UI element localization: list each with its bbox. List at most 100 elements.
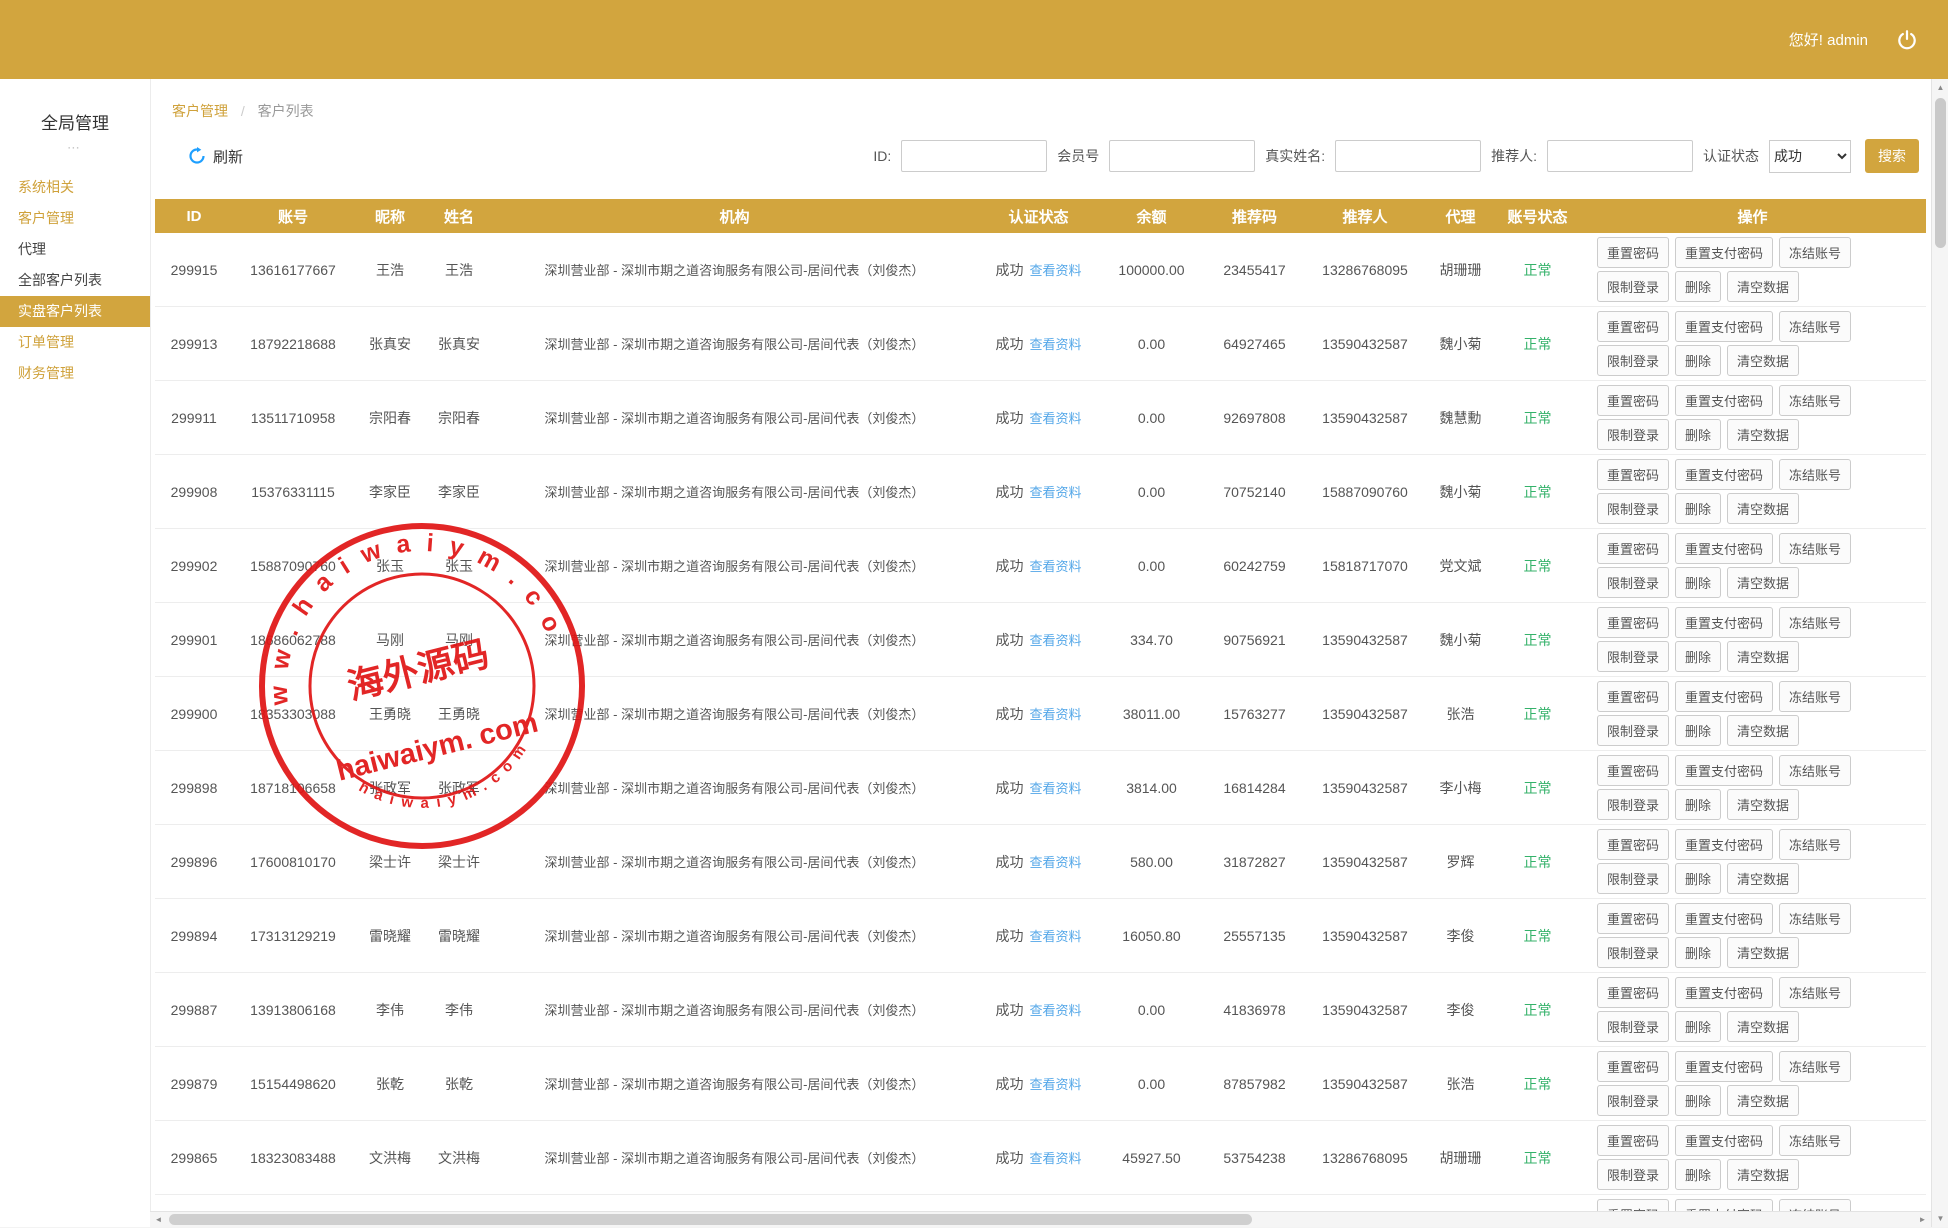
limit-login-button[interactable]: 限制登录 bbox=[1597, 493, 1669, 524]
clear-data-button[interactable]: 清空数据 bbox=[1727, 567, 1799, 598]
reset-pay-password-button[interactable]: 重置支付密码 bbox=[1675, 607, 1773, 638]
view-profile-link[interactable]: 查看资料 bbox=[1029, 485, 1081, 500]
vertical-scrollbar[interactable]: ▲ ▼ bbox=[1931, 79, 1948, 1227]
limit-login-button[interactable]: 限制登录 bbox=[1597, 789, 1669, 820]
delete-button[interactable]: 删除 bbox=[1675, 1011, 1721, 1042]
clear-data-button[interactable]: 清空数据 bbox=[1727, 271, 1799, 302]
reset-password-button[interactable]: 重置密码 bbox=[1597, 681, 1669, 712]
reset-pay-password-button[interactable]: 重置支付密码 bbox=[1675, 977, 1773, 1008]
id-filter-input[interactable] bbox=[901, 140, 1047, 172]
scroll-up-arrow[interactable]: ▲ bbox=[1932, 79, 1948, 96]
reset-password-button[interactable]: 重置密码 bbox=[1597, 903, 1669, 934]
reset-pay-password-button[interactable]: 重置支付密码 bbox=[1675, 829, 1773, 860]
clear-data-button[interactable]: 清空数据 bbox=[1727, 1159, 1799, 1190]
auth-status-select[interactable]: 成功 bbox=[1769, 140, 1851, 173]
delete-button[interactable]: 删除 bbox=[1675, 641, 1721, 672]
delete-button[interactable]: 删除 bbox=[1675, 345, 1721, 376]
scroll-down-arrow[interactable]: ▼ bbox=[1932, 1210, 1948, 1227]
limit-login-button[interactable]: 限制登录 bbox=[1597, 345, 1669, 376]
view-profile-link[interactable]: 查看资料 bbox=[1029, 855, 1081, 870]
reset-pay-password-button[interactable]: 重置支付密码 bbox=[1675, 903, 1773, 934]
reset-password-button[interactable]: 重置密码 bbox=[1597, 977, 1669, 1008]
freeze-account-button[interactable]: 冻结账号 bbox=[1779, 459, 1851, 490]
freeze-account-button[interactable]: 冻结账号 bbox=[1779, 1125, 1851, 1156]
freeze-account-button[interactable]: 冻结账号 bbox=[1779, 237, 1851, 268]
referrer-filter-input[interactable] bbox=[1547, 140, 1693, 172]
horizontal-scroll-thumb[interactable] bbox=[169, 1214, 1252, 1225]
clear-data-button[interactable]: 清空数据 bbox=[1727, 1085, 1799, 1116]
clear-data-button[interactable]: 清空数据 bbox=[1727, 419, 1799, 450]
freeze-account-button[interactable]: 冻结账号 bbox=[1779, 829, 1851, 860]
logout-power-icon[interactable] bbox=[1894, 27, 1920, 53]
delete-button[interactable]: 删除 bbox=[1675, 715, 1721, 746]
delete-button[interactable]: 删除 bbox=[1675, 271, 1721, 302]
freeze-account-button[interactable]: 冻结账号 bbox=[1779, 533, 1851, 564]
reset-pay-password-button[interactable]: 重置支付密码 bbox=[1675, 385, 1773, 416]
reset-pay-password-button[interactable]: 重置支付密码 bbox=[1675, 755, 1773, 786]
member-filter-input[interactable] bbox=[1109, 140, 1255, 172]
refresh-button[interactable]: 刷新 bbox=[188, 146, 243, 167]
sidebar-item-系统相关[interactable]: 系统相关 bbox=[0, 172, 150, 203]
sidebar-item-客户管理[interactable]: 客户管理 bbox=[0, 203, 150, 234]
reset-password-button[interactable]: 重置密码 bbox=[1597, 1051, 1669, 1082]
search-button[interactable]: 搜索 bbox=[1865, 139, 1919, 173]
view-profile-link[interactable]: 查看资料 bbox=[1029, 337, 1081, 352]
reset-password-button[interactable]: 重置密码 bbox=[1597, 533, 1669, 564]
freeze-account-button[interactable]: 冻结账号 bbox=[1779, 681, 1851, 712]
limit-login-button[interactable]: 限制登录 bbox=[1597, 1159, 1669, 1190]
freeze-account-button[interactable]: 冻结账号 bbox=[1779, 311, 1851, 342]
breadcrumb-parent-link[interactable]: 客户管理 bbox=[172, 103, 228, 119]
freeze-account-button[interactable]: 冻结账号 bbox=[1779, 977, 1851, 1008]
limit-login-button[interactable]: 限制登录 bbox=[1597, 715, 1669, 746]
delete-button[interactable]: 删除 bbox=[1675, 567, 1721, 598]
view-profile-link[interactable]: 查看资料 bbox=[1029, 559, 1081, 574]
clear-data-button[interactable]: 清空数据 bbox=[1727, 493, 1799, 524]
freeze-account-button[interactable]: 冻结账号 bbox=[1779, 385, 1851, 416]
view-profile-link[interactable]: 查看资料 bbox=[1029, 707, 1081, 722]
realname-filter-input[interactable] bbox=[1335, 140, 1481, 172]
reset-password-button[interactable]: 重置密码 bbox=[1597, 237, 1669, 268]
clear-data-button[interactable]: 清空数据 bbox=[1727, 937, 1799, 968]
sidebar-item-实盘客户列表[interactable]: 实盘客户列表 bbox=[0, 296, 150, 327]
horizontal-scrollbar[interactable]: ◄ ► bbox=[150, 1211, 1931, 1227]
scroll-left-arrow[interactable]: ◄ bbox=[150, 1211, 167, 1228]
limit-login-button[interactable]: 限制登录 bbox=[1597, 1011, 1669, 1042]
view-profile-link[interactable]: 查看资料 bbox=[1029, 1077, 1081, 1092]
horizontal-scroll-track[interactable] bbox=[167, 1212, 1914, 1227]
clear-data-button[interactable]: 清空数据 bbox=[1727, 1011, 1799, 1042]
delete-button[interactable]: 删除 bbox=[1675, 1159, 1721, 1190]
limit-login-button[interactable]: 限制登录 bbox=[1597, 567, 1669, 598]
delete-button[interactable]: 删除 bbox=[1675, 419, 1721, 450]
reset-password-button[interactable]: 重置密码 bbox=[1597, 459, 1669, 490]
reset-password-button[interactable]: 重置密码 bbox=[1597, 385, 1669, 416]
view-profile-link[interactable]: 查看资料 bbox=[1029, 1151, 1081, 1166]
limit-login-button[interactable]: 限制登录 bbox=[1597, 271, 1669, 302]
sidebar-item-全部客户列表[interactable]: 全部客户列表 bbox=[0, 265, 150, 296]
delete-button[interactable]: 删除 bbox=[1675, 789, 1721, 820]
reset-password-button[interactable]: 重置密码 bbox=[1597, 607, 1669, 638]
delete-button[interactable]: 删除 bbox=[1675, 1085, 1721, 1116]
freeze-account-button[interactable]: 冻结账号 bbox=[1779, 607, 1851, 638]
reset-pay-password-button[interactable]: 重置支付密码 bbox=[1675, 311, 1773, 342]
reset-pay-password-button[interactable]: 重置支付密码 bbox=[1675, 681, 1773, 712]
limit-login-button[interactable]: 限制登录 bbox=[1597, 641, 1669, 672]
reset-password-button[interactable]: 重置密码 bbox=[1597, 755, 1669, 786]
reset-pay-password-button[interactable]: 重置支付密码 bbox=[1675, 237, 1773, 268]
reset-password-button[interactable]: 重置密码 bbox=[1597, 311, 1669, 342]
scroll-right-arrow[interactable]: ► bbox=[1914, 1211, 1931, 1228]
view-profile-link[interactable]: 查看资料 bbox=[1029, 263, 1081, 278]
vertical-scroll-thumb[interactable] bbox=[1935, 98, 1946, 248]
sidebar-item-财务管理[interactable]: 财务管理 bbox=[0, 358, 150, 389]
sidebar-item-代理[interactable]: 代理 bbox=[0, 234, 150, 265]
reset-password-button[interactable]: 重置密码 bbox=[1597, 829, 1669, 860]
reset-pay-password-button[interactable]: 重置支付密码 bbox=[1675, 1051, 1773, 1082]
freeze-account-button[interactable]: 冻结账号 bbox=[1779, 755, 1851, 786]
limit-login-button[interactable]: 限制登录 bbox=[1597, 863, 1669, 894]
reset-pay-password-button[interactable]: 重置支付密码 bbox=[1675, 459, 1773, 490]
freeze-account-button[interactable]: 冻结账号 bbox=[1779, 1051, 1851, 1082]
limit-login-button[interactable]: 限制登录 bbox=[1597, 1085, 1669, 1116]
clear-data-button[interactable]: 清空数据 bbox=[1727, 863, 1799, 894]
sidebar-item-订单管理[interactable]: 订单管理 bbox=[0, 327, 150, 358]
view-profile-link[interactable]: 查看资料 bbox=[1029, 929, 1081, 944]
limit-login-button[interactable]: 限制登录 bbox=[1597, 937, 1669, 968]
